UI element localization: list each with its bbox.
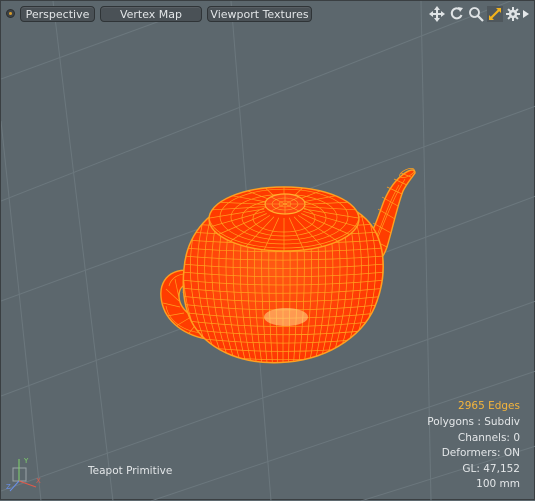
viewport-info-overlay: 2965 Edges Polygons : Subdiv Channels: 0… — [427, 399, 520, 493]
move-view-icon[interactable] — [428, 4, 446, 24]
channels-count: Channels: 0 — [457, 431, 520, 444]
maximize-view-icon[interactable] — [486, 4, 504, 24]
viewport-options-dot[interactable] — [6, 9, 15, 18]
rotate-view-icon[interactable] — [448, 4, 466, 24]
vertex-map-button[interactable]: Vertex Map — [100, 6, 202, 22]
viewport-textures-button[interactable]: Viewport Textures — [207, 6, 312, 22]
axis-y-label: Y — [23, 457, 29, 465]
viewport-toolbar: Perspective Vertex Map Viewport Textures — [1, 1, 535, 27]
polygons-mode: Polygons : Subdiv — [427, 416, 520, 429]
gl-count: GL: 47,152 — [462, 462, 520, 475]
selected-item-label: Teapot Primitive — [88, 465, 173, 477]
axis-x-label: X — [36, 477, 41, 485]
3d-viewport[interactable]: Perspective Vertex Map Viewport Textures — [0, 0, 535, 501]
wire-ring — [171, 367, 396, 376]
edge-count: 2965 Edges — [458, 400, 520, 413]
perspective-button[interactable]: Perspective — [20, 6, 95, 22]
expand-arrow-icon[interactable] — [520, 4, 532, 24]
grid-unit: 100 mm — [476, 478, 520, 491]
deformers-status: Deformers: ON — [441, 447, 520, 460]
axis-z-label: Z — [6, 483, 11, 491]
axis-gizmo: Y X Z — [6, 457, 41, 492]
zoom-view-icon[interactable] — [467, 4, 485, 24]
